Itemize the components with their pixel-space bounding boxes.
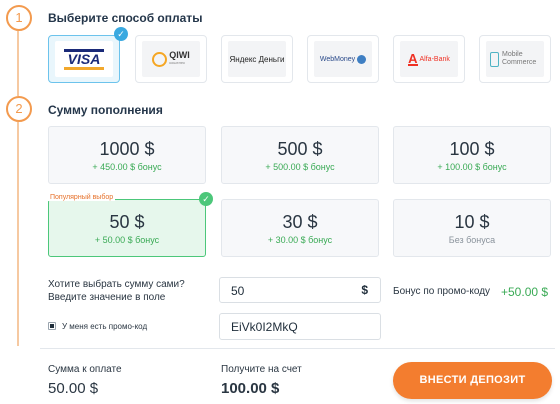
payment-method-visa[interactable]: VISA [48,35,120,83]
promo-code-value: EiVk0I2MkQ [231,320,298,334]
custom-amount-hint: Введите значение в поле [48,292,166,303]
amount-option-1000[interactable]: 1000 $ + 450.00 $ бонус [48,126,206,184]
amount-option-50[interactable]: 50 $ + 50.00 $ бонус [48,199,206,257]
popular-choice-badge: Популярный выбор [48,194,116,201]
amount-bonus: + 500.00 $ бонус [265,162,335,172]
amount-value: 100 $ [449,139,495,159]
payment-method-webmoney[interactable]: WebMoney [307,35,379,83]
amount-option-500[interactable]: 500 $ + 500.00 $ бонус [221,126,379,184]
step-2-indicator: 2 [6,96,32,122]
custom-amount-prompt: Хотите выбрать сумму сами? [48,279,185,290]
visa-logo: VISA [55,41,113,77]
amount-title: Сумму пополнения [48,103,163,117]
qiwi-sub-label: кошелек [169,60,185,65]
webmoney-label: WebMoney [319,55,356,63]
promo-bonus-label: Бонус по промо-коду [393,286,491,297]
amount-option-100[interactable]: 100 $ + 100.00 $ бонус [393,126,551,184]
dollar-icon: $ [361,283,368,297]
amount-value: 10 $ [454,212,490,232]
webmoney-logo: WebMoney [314,41,372,77]
amount-value: 50 $ [109,212,145,232]
mobile-commerce-logo: Mobile Commerce [486,41,544,77]
payment-method-alfa-bank[interactable]: A Alfa-Bank [393,35,465,83]
alfa-bank-logo: A Alfa-Bank [400,41,458,77]
selected-check-icon: ✓ [114,27,128,41]
promo-code-input[interactable]: EiVk0I2MkQ [219,313,381,340]
mobile-commerce-label: Mobile Commerce [502,51,537,66]
to-pay-value: 50.00 $ [48,380,99,397]
alfa-label: Alfa-Bank [419,55,450,63]
checkbox-checked-mark [50,324,54,328]
amount-bonus: + 50.00 $ бонус [94,235,160,245]
qiwi-logo: QIWI кошелек [142,41,200,77]
receive-label: Получите на счет [221,364,302,375]
step-connector-line [17,122,19,346]
receive-value: 100.00 $ [221,380,280,397]
amount-value: 30 $ [282,212,318,232]
amount-bonus: + 450.00 $ бонус [92,162,162,172]
amount-option-10[interactable]: 10 $ Без бонуса [393,199,551,257]
amount-option-30[interactable]: 30 $ + 30.00 $ бонус [221,199,379,257]
qiwi-circle-icon [152,51,168,67]
promo-checkbox[interactable] [48,322,56,330]
to-pay-label: Сумма к оплате [48,364,122,375]
promo-bonus-value: +50.00 $ [501,285,549,299]
amount-bonus: Без бонуса [448,235,496,245]
visa-label: VISA [63,48,105,70]
yandex-label: Яндекс Деньги [229,54,285,64]
mobile-phone-icon [490,51,499,67]
amount-value: 500 $ [277,139,323,159]
amount-value: 1000 $ [99,139,155,159]
selected-check-icon: ✓ [199,192,213,206]
yandex-money-logo: Яндекс Деньги [228,41,286,77]
globe-icon [357,54,367,64]
alfa-a-icon: A [408,50,418,66]
step-1-indicator: 1 [6,5,32,31]
custom-amount-value: 50 [231,284,245,298]
divider [40,348,555,349]
qiwi-label: QIWI [169,50,190,60]
payment-method-yandex[interactable]: Яндекс Деньги [221,35,293,83]
payment-method-title: Выберите способ оплаты [48,11,203,25]
deposit-button[interactable]: ВНЕСТИ ДЕПОЗИТ [393,362,552,399]
custom-amount-input[interactable]: 50 $ [219,277,381,303]
payment-method-qiwi[interactable]: QIWI кошелек [135,35,207,83]
payment-method-mobile-commerce[interactable]: Mobile Commerce [479,35,551,83]
promo-checkbox-label: У меня есть промо-код [62,322,148,331]
step-connector-line [17,31,19,96]
amount-bonus: + 100.00 $ бонус [437,162,507,172]
amount-bonus: + 30.00 $ бонус [267,235,333,245]
